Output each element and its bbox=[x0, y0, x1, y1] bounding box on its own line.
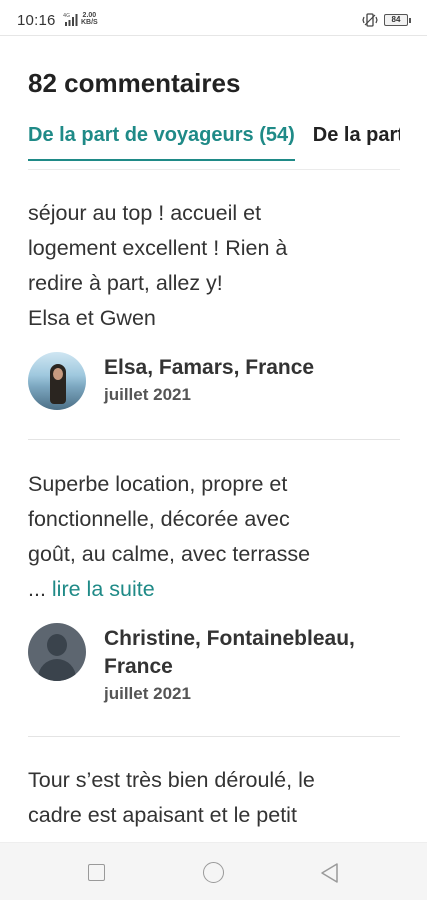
review-author: Christine, Fontainebleau, France juillet… bbox=[28, 623, 400, 709]
avatar[interactable] bbox=[28, 623, 86, 681]
vibrate-icon bbox=[362, 13, 378, 27]
review-tabs: De la part de voyageurs (54) De la part d… bbox=[28, 124, 400, 172]
author-info: Christine, Fontainebleau, France juillet… bbox=[104, 625, 400, 705]
system-nav-bar bbox=[0, 842, 427, 900]
author-info: Elsa, Famars, France juillet 2021 bbox=[104, 354, 400, 406]
avatar-body-shape bbox=[38, 659, 76, 681]
battery-level: 84 bbox=[391, 15, 401, 24]
network-speed-value: 2.00 bbox=[82, 12, 97, 19]
review-author: Elsa, Famars, France juillet 2021 bbox=[28, 352, 400, 412]
battery-icon: 84 bbox=[384, 14, 411, 26]
status-time: 10:16 bbox=[17, 12, 56, 29]
review-item: Superbe location, propre et fonctionnell… bbox=[28, 467, 400, 709]
network-speed-unit: KB/S bbox=[81, 19, 98, 26]
review-item: séjour au top ! accueil et logement exce… bbox=[28, 196, 400, 412]
avatar[interactable] bbox=[28, 352, 86, 410]
review-text: séjour au top ! accueil et logement exce… bbox=[28, 201, 288, 330]
circle-icon[interactable] bbox=[203, 862, 224, 883]
author-name[interactable]: Elsa, Famars, France bbox=[104, 354, 400, 382]
review-divider bbox=[28, 439, 400, 440]
page-title: 82 commentaires bbox=[28, 68, 241, 98]
status-bar: 10:16 4G 2.00 KB/S 84 bbox=[0, 0, 427, 36]
review-text: Tour s’est très bien déroulé, le cadre e… bbox=[28, 768, 315, 827]
review-text: Superbe location, propre et fonctionnell… bbox=[28, 467, 400, 607]
review-item: Tour s’est très bien déroulé, le cadre e… bbox=[28, 763, 400, 833]
author-name[interactable]: Christine, Fontainebleau, France bbox=[104, 625, 400, 681]
network-speed: 2.00 KB/S bbox=[81, 12, 98, 26]
review-date: juillet 2021 bbox=[104, 684, 191, 703]
tab-hosts[interactable]: De la part d'hôtes bbox=[313, 124, 400, 159]
tab-travelers[interactable]: De la part de voyageurs (54) bbox=[28, 124, 295, 161]
signal-icon: 4G bbox=[63, 13, 78, 26]
svg-text:4G: 4G bbox=[63, 13, 70, 19]
read-more-link[interactable]: lire la suite bbox=[52, 577, 155, 601]
back-triangle-icon[interactable] bbox=[318, 862, 342, 884]
tabs-divider bbox=[28, 169, 400, 170]
review-date: juillet 2021 bbox=[104, 385, 191, 404]
avatar-head-shape bbox=[47, 634, 67, 656]
square-icon[interactable] bbox=[88, 864, 105, 881]
review-divider bbox=[28, 736, 400, 737]
avatar-face-shape bbox=[53, 368, 63, 380]
